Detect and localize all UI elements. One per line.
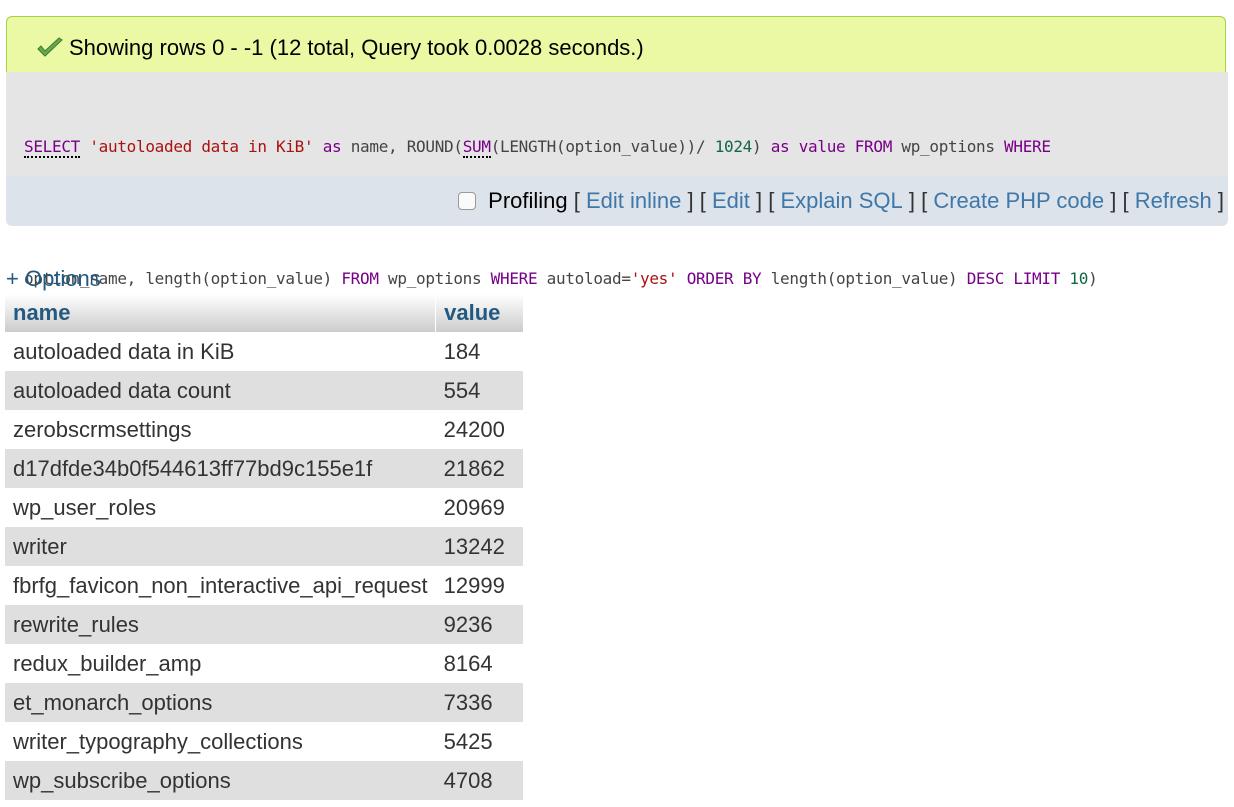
sql-token: LIMIT <box>1013 269 1061 288</box>
sql-token: 10 <box>1069 269 1089 288</box>
table-row[interactable]: writer 13242 <box>5 527 523 566</box>
bracket: ] <box>749 188 769 213</box>
sql-token: length(option_value) <box>761 269 967 288</box>
cell-value: 7336 <box>435 683 523 722</box>
cell-name: wp_user_roles <box>5 488 436 527</box>
options-toggle-link[interactable]: + Options <box>6 266 101 292</box>
explain-sql-link[interactable]: Explain SQL <box>780 188 902 214</box>
table-row[interactable]: rewrite_rules 9236 <box>5 605 523 644</box>
cell-name: writer_typography_collections <box>5 722 436 761</box>
table-row[interactable]: et_monarch_options 7336 <box>5 683 523 722</box>
table-row[interactable]: redux_builder_amp 8164 <box>5 644 523 683</box>
bracket: [ <box>1122 188 1135 213</box>
cell-name: redux_builder_amp <box>5 644 436 683</box>
refresh-link[interactable]: Refresh <box>1135 188 1212 214</box>
sql-token: 'autoloaded data in KiB' <box>89 137 314 156</box>
cell-name: wp_subscribe_options <box>5 761 436 800</box>
profiling-checkbox[interactable] <box>458 192 477 210</box>
create-php-code-link[interactable]: Create PHP code <box>933 188 1104 214</box>
success-message-box: Showing rows 0 - -1 (12 total, Query too… <box>6 16 1226 72</box>
cell-value: 184 <box>435 332 523 371</box>
cell-name: zerobscrmsettings <box>5 410 436 449</box>
cell-value: 13242 <box>435 527 523 566</box>
cell-name: autoloaded data in KiB <box>5 332 436 371</box>
sql-token: as value FROM <box>770 137 893 156</box>
sql-token: (LENGTH(option_value))/ <box>490 137 715 156</box>
check-icon <box>35 36 65 60</box>
results-table: name value autoloaded data in KiB 184 auto… <box>5 294 523 800</box>
sql-token: ORDER BY <box>686 269 762 288</box>
table-row[interactable]: d17dfde34b0f544613ff77bd9c155e1f 21862 <box>5 449 523 488</box>
cell-value: 9236 <box>435 605 523 644</box>
table-row[interactable]: fbrfg_favicon_non_interactive_api_reques… <box>5 566 523 605</box>
sql-token: WHERE <box>1004 137 1051 156</box>
sql-token: SELECT <box>24 137 80 158</box>
sql-token: autoload= <box>537 269 631 288</box>
cell-name: rewrite_rules <box>5 605 436 644</box>
cell-name: et_monarch_options <box>5 683 436 722</box>
bracket: ] <box>1211 188 1224 213</box>
table-row[interactable]: zerobscrmsettings 24200 <box>5 410 523 449</box>
success-message: Showing rows 0 - -1 (12 total, Query too… <box>35 35 644 61</box>
sql-token: DESC <box>966 269 1005 288</box>
column-header-value[interactable]: value <box>435 294 523 332</box>
bracket: [ <box>768 188 781 213</box>
sql-token: as <box>322 137 342 156</box>
cell-value: 8164 <box>435 644 523 683</box>
query-actions-bar: Profiling [ Edit inline ] [ Edit ] [ Exp… <box>6 176 1228 226</box>
table-header-row: name value <box>5 294 523 332</box>
cell-name: autoloaded data count <box>5 371 436 410</box>
profiling-label: Profiling <box>488 188 568 213</box>
edit-inline-link[interactable]: Edit inline <box>586 188 681 214</box>
sql-token: wp_options <box>378 269 491 288</box>
edit-link[interactable]: Edit <box>712 188 750 214</box>
bracket: ] <box>681 188 700 213</box>
sql-line: option_name, length(option_value) FROM w… <box>24 268 1098 290</box>
table-row[interactable]: wp_subscribe_options 4708 <box>5 761 523 800</box>
sql-token: 1024 <box>714 137 753 156</box>
sql-token: FROM <box>341 269 379 288</box>
success-message-text: Showing rows 0 - -1 (12 total, Query too… <box>69 35 644 60</box>
cell-name: d17dfde34b0f544613ff77bd9c155e1f <box>5 449 436 488</box>
query-actions: Profiling [ Edit inline ] [ Edit ] [ Exp… <box>458 188 1224 214</box>
cell-value: 12999 <box>435 566 523 605</box>
table-row[interactable]: writer_typography_collections 5425 <box>5 722 523 761</box>
sql-token: ) <box>752 137 771 156</box>
sql-token: SUM <box>462 137 491 158</box>
sql-query-box: SELECT 'autoloaded data in KiB' as name,… <box>6 72 1228 288</box>
cell-value: 21862 <box>435 449 523 488</box>
cell-name: fbrfg_favicon_non_interactive_api_reques… <box>5 566 436 605</box>
bracket: [ <box>699 188 712 213</box>
bracket: [ <box>567 188 586 213</box>
column-header-name[interactable]: name <box>5 294 437 332</box>
table-row[interactable]: autoloaded data in KiB 184 <box>5 332 523 371</box>
cell-value: 5425 <box>435 722 523 761</box>
cell-value: 20969 <box>435 488 523 527</box>
results-body: autoloaded data in KiB 184 autoloaded data… <box>5 332 523 800</box>
bracket: ] <box>1104 188 1123 213</box>
bracket: ] <box>902 188 922 213</box>
cell-value: 24200 <box>435 410 523 449</box>
cell-name: writer <box>5 527 436 566</box>
sql-token: 'yes' <box>630 269 678 288</box>
cell-value: 554 <box>435 371 523 410</box>
bracket: [ <box>921 188 934 213</box>
table-row[interactable]: wp_user_roles 20969 <box>5 488 523 527</box>
sql-token: wp_options <box>892 137 1005 156</box>
sql-token: name, ROUND( <box>341 137 463 156</box>
sql-token: WHERE <box>490 269 538 288</box>
cell-value: 4708 <box>435 761 523 800</box>
sql-token: ) <box>1088 269 1098 288</box>
table-row[interactable]: autoloaded data count 554 <box>5 371 523 410</box>
sql-line: SELECT 'autoloaded data in KiB' as name,… <box>24 136 1097 158</box>
